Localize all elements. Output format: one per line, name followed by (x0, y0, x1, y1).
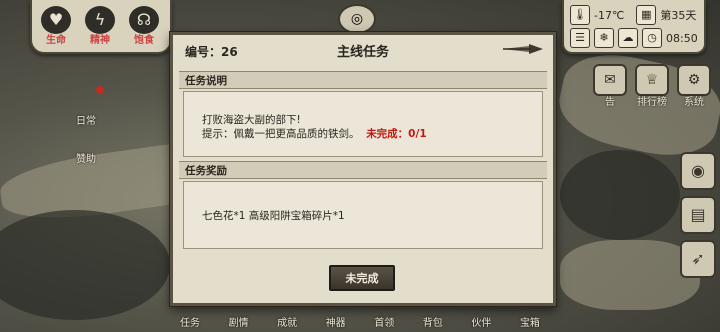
status-health[interactable]: ♥ 生命 (36, 6, 76, 48)
system-button[interactable]: ⚙ 系统 (676, 64, 712, 109)
map-forest (560, 150, 680, 240)
notice-label: 告 (605, 97, 615, 108)
temperature: -17℃ (594, 8, 625, 22)
hud-panel: 🌡 -17℃ ▦ 第35天 ☰ ❄ ☁ ◷ 08:50 (562, 0, 706, 54)
dialog-title: 主线任务 (336, 45, 389, 60)
calendar-icon: ▦ (636, 5, 657, 25)
system-label: 系统 (684, 97, 704, 108)
description-line1: 打败海盗大副的部下! (202, 114, 301, 126)
game-scene: ♥ 生命 ϟ 精神 ☊ 饱食 ◎ 🌡 -17℃ ▦ 第35天 ☰ ❄ ☁ ◷ 0… (0, 0, 720, 332)
binoculars-icon[interactable]: ◎ (338, 4, 376, 34)
close-spear-icon[interactable] (501, 40, 545, 58)
menu-icon[interactable]: ☰ (570, 28, 590, 48)
description-hint: 提示：佩戴一把更高品质的铁剑。 (202, 128, 360, 140)
snowflake-icon[interactable]: ❄ (594, 28, 614, 48)
gear-icon: ⚙ (677, 64, 711, 96)
stomach-head-icon: ☊ (129, 6, 159, 34)
thermometer-icon: 🌡 (570, 5, 590, 25)
dialog-header: 编号：26 主线任务 (173, 35, 553, 63)
status-spirit[interactable]: ϟ 精神 (80, 6, 120, 48)
heart-head-icon: ♥ (41, 6, 71, 34)
incomplete-button[interactable]: 未完成 (329, 265, 395, 291)
status-label: 生命 (46, 35, 66, 46)
quest-dialog: 编号：26 主线任务 任务说明 打败海盗大副的部下! 提示：佩戴一把更高品质的铁… (170, 32, 556, 306)
description-header: 任务说明 (179, 71, 547, 89)
map-label-daily[interactable]: 日常 (76, 112, 96, 127)
reward-box: 七色花*1 高级阳阱宝箱碎片*1 (183, 181, 543, 249)
ranking-button[interactable]: ♕ 排行榜 (634, 64, 670, 109)
map-forest (0, 210, 170, 320)
weather-icon[interactable]: ☁ (618, 28, 638, 48)
lightning-head-icon: ϟ (85, 6, 115, 34)
camp-icon[interactable]: ◉ (680, 152, 716, 190)
reward-header: 任务奖励 (179, 161, 547, 179)
ranking-label: 排行榜 (637, 97, 667, 108)
notice-icon: ✉ (593, 64, 627, 96)
map-label-support[interactable]: 赞助 (76, 150, 96, 165)
map-road (560, 240, 700, 310)
description-box: 打败海盗大副的部下! 提示：佩戴一把更高品质的铁剑。 未完成：0/1 (183, 91, 543, 157)
clock-icon: ◷ (642, 28, 662, 48)
run-icon[interactable]: ➶ (680, 240, 716, 278)
clock-time: 08:50 (666, 31, 698, 45)
day-counter: 第35天 (660, 9, 697, 22)
notice-button[interactable]: ✉ 告 (592, 64, 628, 109)
notification-dot (96, 86, 104, 94)
reward-text: 七色花*1 高级阳阱宝箱碎片*1 (202, 210, 345, 222)
description-line2: 提示：佩戴一把更高品质的铁剑。 未完成：0/1 (202, 126, 427, 141)
status-hunger[interactable]: ☊ 饱食 (124, 6, 164, 48)
trophy-icon: ♕ (635, 64, 669, 96)
status-label: 饱食 (134, 35, 154, 46)
status-label: 精神 (90, 35, 110, 46)
map-scroll-icon[interactable]: ▤ (680, 196, 716, 234)
status-panel: ♥ 生命 ϟ 精神 ☊ 饱食 (30, 0, 172, 54)
quest-progress-status: 未完成：0/1 (366, 128, 427, 140)
